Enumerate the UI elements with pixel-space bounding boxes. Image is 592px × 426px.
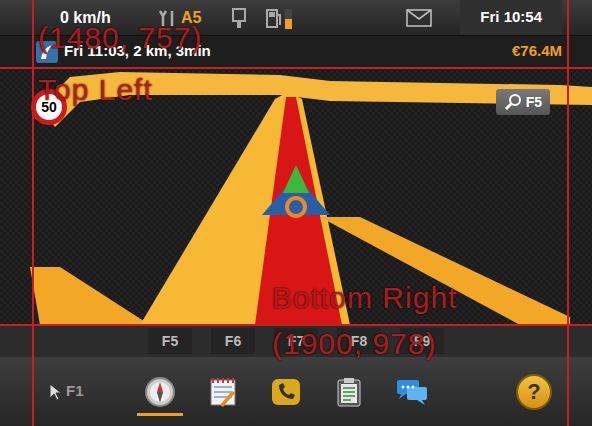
fuel-gauge xyxy=(265,7,292,29)
phone-tab[interactable] xyxy=(269,368,303,416)
notepad-tab[interactable] xyxy=(206,368,240,416)
chat-icon xyxy=(395,375,429,409)
magnifier-icon xyxy=(504,93,522,111)
annotation-label: Bottom Right xyxy=(272,280,457,316)
fuel-fill xyxy=(285,19,292,29)
annotation-line xyxy=(567,0,569,426)
annotation-label: (1900, 978) xyxy=(272,326,436,362)
clipboard-tab[interactable] xyxy=(332,368,366,416)
annotation-label: Top Left xyxy=(38,72,153,108)
money-balance: €76.4M xyxy=(512,40,562,63)
zoom-button[interactable]: F5 xyxy=(496,89,550,115)
parking-icon xyxy=(231,7,251,29)
toolbar: F1? xyxy=(0,357,592,426)
annotation-line xyxy=(0,67,592,69)
help-button[interactable]: ? xyxy=(516,374,552,410)
fkey-label: F5 xyxy=(148,328,192,354)
messages[interactable] xyxy=(337,9,460,27)
annotation-line xyxy=(32,0,34,426)
phone-icon xyxy=(269,375,303,409)
notepad-icon xyxy=(206,375,240,409)
fuel-track xyxy=(285,9,292,29)
zoom-key: F5 xyxy=(526,92,542,113)
cursor-icon xyxy=(48,382,62,402)
fuel-pump-icon xyxy=(265,7,283,29)
toolbar-tabs xyxy=(143,368,429,416)
fuel-info xyxy=(231,7,337,29)
pointer-button[interactable]: F1 xyxy=(48,380,143,403)
envelope-icon xyxy=(406,9,432,27)
compass-tab[interactable] xyxy=(143,368,177,416)
annotation-line xyxy=(0,324,592,326)
clock: Fri 10:54 xyxy=(460,0,562,35)
chat-tab[interactable] xyxy=(395,368,429,416)
pointer-key: F1 xyxy=(66,380,84,403)
clipboard-icon xyxy=(332,375,366,409)
annotation-label: (1480, 757) xyxy=(38,20,202,56)
selected-underline xyxy=(137,413,183,416)
fkey-label: F6 xyxy=(211,328,255,354)
compass-icon xyxy=(143,375,177,409)
